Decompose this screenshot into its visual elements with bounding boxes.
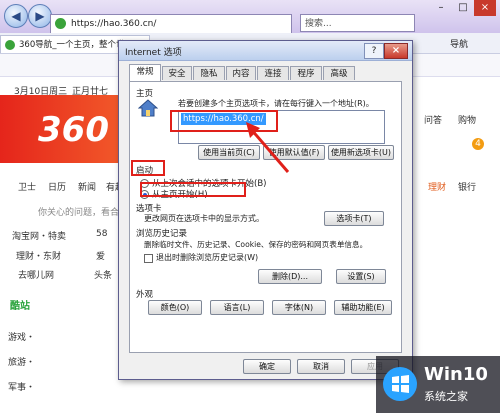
nav-weishi[interactable]: 卫士 [18,180,36,193]
right-link-bank[interactable]: 银行 [458,180,476,193]
accessibility-button[interactable]: 辅助功能(E) [334,300,392,315]
maximize-button[interactable]: □ [452,0,474,16]
history-settings-button[interactable]: 设置(S) [336,269,386,284]
tab-programs[interactable]: 程序 [290,66,322,80]
badge-count: 4 [472,138,484,150]
history-section-label: 浏览历史记录 [136,229,188,239]
tab-connections[interactable]: 连接 [257,66,289,80]
delete-on-exit-checkbox[interactable] [144,254,153,263]
tab-favicon-icon [5,40,15,50]
address-bar[interactable]: https://hao.360.cn/ [50,14,292,34]
home-icon [138,99,158,117]
watermark-subtitle: 系统之家 [424,390,468,403]
link-taobao[interactable]: 淘宝网・特卖 [12,229,66,242]
back-button[interactable]: ◀ [4,4,28,28]
delete-history-button[interactable]: 删除(D)... [258,269,322,284]
link-58[interactable]: 58 [96,229,107,239]
fonts-button[interactable]: 字体(N) [272,300,326,315]
notice-text: 你关心的问题，看合 [38,208,120,218]
win10-logo-icon [383,367,417,401]
highlight-home-option [140,182,246,197]
address-text: https://hao.360.cn/ [71,19,157,29]
internet-options-dialog: Internet 选项 ? × 常规 安全 隐私 内容 连接 程序 高级 主页 … [118,40,413,380]
red-arrow-icon [246,122,290,173]
history-desc: 删除临时文件、历史记录、Cookie、保存的密码和网页表单信息。 [144,240,368,249]
cancel-button[interactable]: 取消 [297,359,345,374]
tab-advanced[interactable]: 高级 [323,66,355,80]
tab-privacy[interactable]: 隐私 [193,66,225,80]
tabs-desc: 更改网页在选项卡中的显示方式。 [144,214,264,223]
dialog-close-button[interactable]: × [384,43,408,59]
link-ai[interactable]: 爱 [96,249,105,262]
appearance-section-label: 外观 [136,290,154,300]
section-kuzhan: 酷站 [10,301,30,312]
tab-general[interactable]: 常规 [129,64,161,81]
site-game[interactable]: 游戏・ [8,330,35,343]
window-close-button[interactable]: × [474,0,496,16]
delete-on-exit-label: 退出时删除浏览历史记录(W) [156,253,259,262]
highlight-startup-label [131,160,165,176]
site-military[interactable]: 军事・ [8,380,35,393]
help-button[interactable]: ? [364,43,384,59]
watermark: Win10 系统之家 [376,356,500,413]
home-desc: 若要创建多个主页选项卡，请在每行键入一个地址(R)。 [178,99,374,108]
right-link-licai[interactable]: 理财 [428,180,446,193]
right-link-shop[interactable]: 购物 [458,113,476,126]
nav-calendar[interactable]: 日历 [48,180,66,193]
site-icon [55,18,66,29]
toolbar-nav-label[interactable]: 导航 [450,37,468,50]
right-link-qa[interactable]: 问答 [424,113,442,126]
site-travel[interactable]: 旅游・ [8,355,35,368]
dialog-title-bar: Internet 选项 ? × [119,41,412,61]
minimize-button[interactable]: – [430,0,452,16]
dialog-title: Internet 选项 [125,48,182,58]
forward-button[interactable]: ▶ [28,4,52,28]
watermark-brand: Win10 [424,364,488,385]
search-input[interactable]: 搜索... [300,14,415,32]
tab-title: 360导航_一个主页，整个世界 [19,40,133,50]
link-toutiao[interactable]: 头条 [94,268,112,281]
ok-button[interactable]: 确定 [243,359,291,374]
tabs-button[interactable]: 选项卡(T) [324,211,384,226]
colors-button[interactable]: 颜色(O) [148,300,202,315]
browser-title-bar: ◀ ▶ https://hao.360.cn/ 搜索... – □ × [0,0,500,34]
use-new-tab-button[interactable]: 使用新选项卡(U) [328,145,394,160]
logo-360: 360 [38,110,109,150]
link-licai[interactable]: 理财・东财 [16,249,61,262]
languages-button[interactable]: 语言(L) [210,300,264,315]
tab-security[interactable]: 安全 [162,66,192,80]
link-qunar[interactable]: 去哪儿网 [18,268,54,281]
tab-content[interactable]: 内容 [226,66,256,80]
nav-news[interactable]: 新闻 [78,180,96,193]
